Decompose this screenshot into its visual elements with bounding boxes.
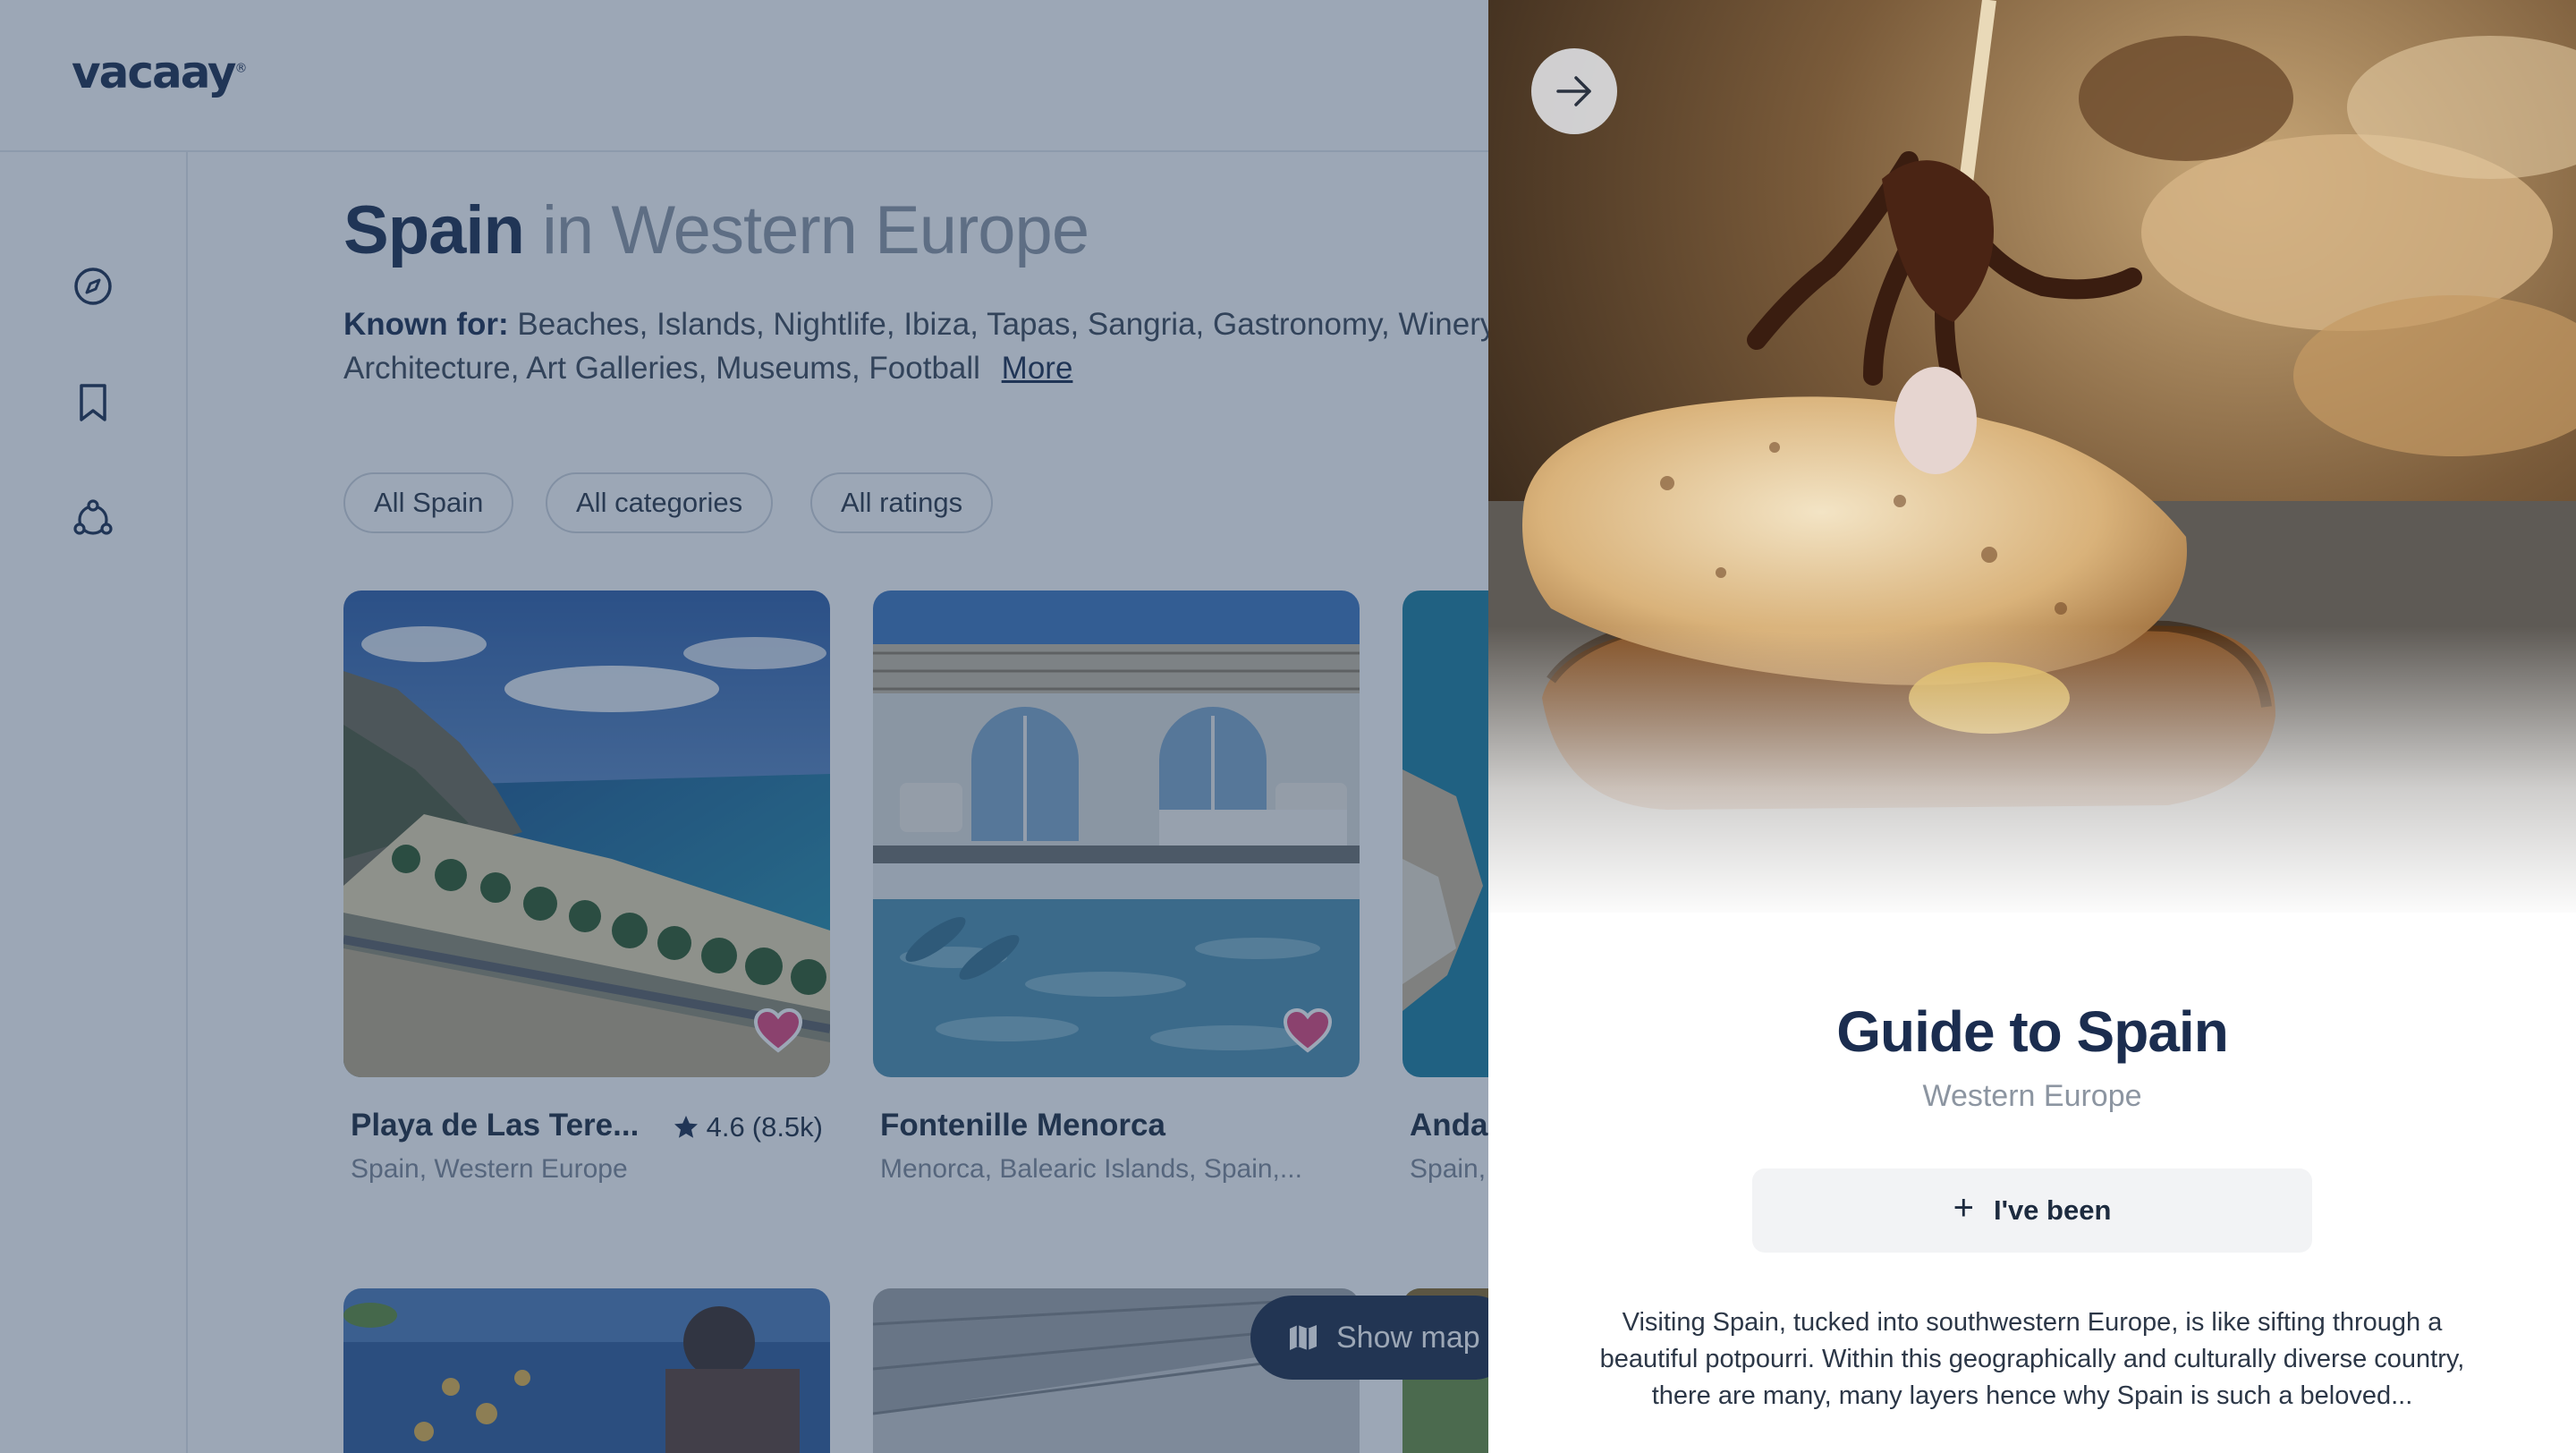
show-map-button[interactable]: Show map [1250,1296,1516,1380]
favorite-heart-icon[interactable] [1283,1007,1333,1054]
vacaay-logo[interactable]: vacaay® [72,47,248,98]
place-image[interactable] [873,591,1360,1077]
place-location: Spain, Western Europe [351,1154,628,1184]
map-icon [1290,1325,1317,1350]
ive-been-button[interactable]: + I've been [1752,1168,2312,1253]
compass-icon [74,268,112,305]
guide-description: Visiting Spain, tucked into southwestern… [1599,1308,2465,1410]
rating-count: (8.5k) [751,1111,823,1143]
rating-value: 4.6 [706,1111,745,1143]
place-name[interactable]: Anda [1410,1108,1488,1143]
guide-hero-image [1488,0,2576,922]
place-location: Menorca, Balearic Islands, Spain,... [880,1154,1302,1184]
place-card[interactable]: Playa de Las Tere... 4.6 (8.5k) Spain, W… [343,591,830,1184]
place-rating: 4.6 (8.5k) [673,1111,823,1143]
filter-categories[interactable]: All categories [546,472,774,533]
place-image[interactable] [343,591,830,1077]
place-card[interactable]: Fontenille Menorca Menorca, Balearic Isl… [873,591,1360,1184]
favorite-heart-icon[interactable] [753,1007,803,1054]
page-title: Spain in Western Europe [343,191,1089,269]
place-location: Spain, [1410,1154,1487,1184]
known-for-label: Known for: [343,307,509,342]
place-name[interactable]: Fontenille Menorca [880,1108,1165,1143]
filter-ratings[interactable]: All ratings [810,472,994,533]
plus-icon: + [1953,1188,1974,1228]
arrow-right-icon [1556,76,1591,106]
country-region: in Western Europe [542,192,1089,268]
country-name: Spain [343,192,525,268]
guide-region: Western Europe [1922,1079,2142,1113]
guide-title: Guide to Spain [1836,999,2229,1064]
filter-region[interactable]: All Spain [343,472,514,533]
bookmark-icon [80,384,106,421]
sidebar-item-saved[interactable] [70,379,116,426]
ive-been-label: I've been [1993,1194,2112,1226]
place-name[interactable]: Playa de Las Tere... [351,1108,639,1143]
guide-panel: Guide to Spain Western Europe + I've bee… [1488,0,2576,1453]
known-for: Known for: Beaches, Islands, Nightlife, … [343,302,1506,390]
star-icon [674,1116,698,1138]
more-link[interactable]: More [1002,351,1073,386]
place-card[interactable] [343,1288,830,1453]
sidebar-item-share[interactable] [70,496,116,542]
show-map-label: Show map [1336,1320,1480,1355]
known-for-list: Beaches, Islands, Nightlife, Ibiza, Tapa… [343,307,1503,386]
sidebar [0,152,188,1453]
close-panel-button[interactable] [1531,48,1617,134]
share-icon [73,499,113,535]
sidebar-item-explore[interactable] [70,263,116,310]
